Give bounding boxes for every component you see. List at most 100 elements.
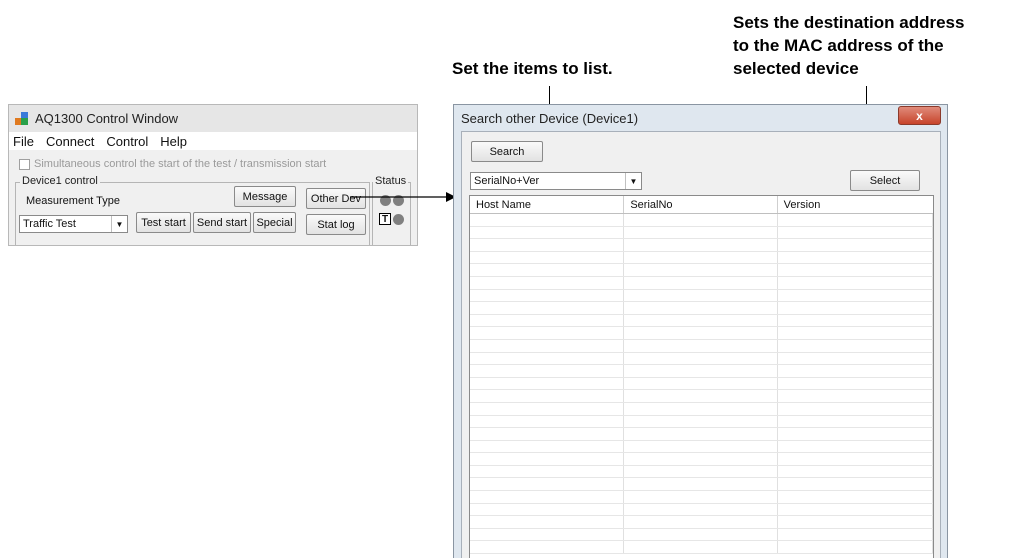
list-empty-row — [470, 365, 933, 378]
list-empty-row — [470, 214, 933, 227]
list-empty-cell — [624, 428, 778, 440]
connector-arrow — [350, 192, 456, 202]
list-empty-row — [470, 528, 933, 542]
list-empty-cell — [624, 491, 778, 503]
list-empty-cell — [624, 516, 778, 528]
list-empty-cell — [470, 276, 625, 289]
control-window-titlebar: AQ1300 Control Window — [9, 105, 417, 132]
select-annotation-line2: to the MAC address of the — [733, 36, 944, 55]
list-empty-row — [470, 314, 933, 328]
list-empty-cell — [470, 402, 625, 415]
list-empty-cell — [470, 415, 625, 428]
dialog-title: Search other Device (Device1) — [461, 110, 639, 126]
list-empty-cell — [624, 440, 778, 453]
list-type-select[interactable]: SerialNo+Ver ▼ — [470, 172, 642, 190]
control-window-title: AQ1300 Control Window — [35, 111, 179, 126]
list-empty-cell — [778, 302, 933, 314]
list-rows — [470, 214, 933, 555]
select-annotation-line1: Sets the destination address — [733, 13, 965, 32]
list-empty-cell — [624, 251, 778, 264]
list-empty-cell — [470, 302, 625, 314]
simultaneous-checkbox[interactable] — [19, 158, 30, 170]
list-empty-row — [470, 491, 933, 504]
list-empty-cell — [778, 251, 933, 264]
list-empty-cell — [624, 289, 778, 302]
list-empty-row — [470, 453, 933, 466]
menu-file[interactable]: File — [13, 134, 34, 149]
select-button[interactable]: Select — [850, 170, 920, 191]
list-empty-row — [470, 289, 933, 303]
list-empty-cell — [470, 264, 625, 276]
list-empty-cell — [624, 214, 778, 226]
list-empty-row — [470, 541, 933, 555]
special-button[interactable]: Special — [253, 212, 296, 233]
list-empty-cell — [778, 528, 933, 541]
list-empty-cell — [624, 239, 778, 251]
select-annotation-line3: selected device — [733, 59, 859, 78]
list-empty-row — [470, 276, 933, 290]
list-empty-row — [470, 264, 933, 277]
list-empty-cell — [778, 214, 933, 226]
list-empty-cell — [778, 453, 933, 465]
list-empty-cell — [470, 339, 625, 352]
list-empty-row — [470, 226, 933, 240]
menu-help[interactable]: Help — [160, 134, 187, 149]
list-empty-row — [470, 390, 933, 403]
list-empty-cell — [470, 390, 625, 402]
list-empty-cell — [778, 541, 933, 554]
list-empty-cell — [778, 377, 933, 390]
list-empty-cell — [778, 402, 933, 415]
column-version[interactable]: Version — [778, 196, 933, 213]
device-list[interactable]: Host Name SerialNo Version — [469, 195, 934, 558]
list-empty-cell — [778, 478, 933, 491]
message-button[interactable]: Message — [234, 186, 296, 207]
list-empty-cell — [778, 314, 933, 327]
list-empty-cell — [470, 516, 625, 528]
test-start-button[interactable]: Test start — [136, 212, 191, 233]
list-empty-row — [470, 465, 933, 479]
list-empty-cell — [470, 377, 625, 390]
close-icon[interactable]: x — [898, 106, 941, 125]
column-host-name[interactable]: Host Name — [470, 196, 625, 213]
list-empty-cell — [624, 402, 778, 415]
chevron-down-icon[interactable]: ▼ — [625, 173, 641, 189]
column-serial-no[interactable]: SerialNo — [624, 196, 778, 213]
list-empty-cell — [778, 264, 933, 276]
list-empty-cell — [778, 516, 933, 528]
list-empty-cell — [624, 365, 778, 377]
list-type-value: SerialNo+Ver — [474, 175, 540, 187]
list-empty-cell — [624, 339, 778, 352]
list-empty-cell — [470, 478, 625, 491]
list-empty-cell — [778, 239, 933, 251]
list-empty-cell — [470, 239, 625, 251]
chevron-down-icon[interactable]: ▼ — [111, 216, 127, 232]
list-empty-cell — [624, 453, 778, 465]
simultaneous-label: Simultaneous control the start of the te… — [34, 158, 327, 170]
list-empty-cell — [470, 214, 625, 226]
search-button[interactable]: Search — [471, 141, 543, 162]
measurement-type-select[interactable]: Traffic Test ▼ — [19, 215, 128, 233]
device-control-group: Device1 control Measurement Type Traffic… — [15, 175, 370, 245]
measurement-type-value: Traffic Test — [23, 218, 76, 230]
stat-log-button[interactable]: Stat log — [306, 214, 366, 235]
search-device-dialog: Search other Device (Device1) x Search S… — [453, 104, 948, 558]
simultaneous-control-option[interactable]: Simultaneous control the start of the te… — [19, 158, 326, 170]
list-empty-cell — [470, 251, 625, 264]
list-empty-cell — [778, 465, 933, 478]
list-empty-cell — [778, 428, 933, 440]
list-empty-cell — [778, 503, 933, 516]
list-empty-cell — [778, 365, 933, 377]
list-empty-cell — [470, 491, 625, 503]
send-start-button[interactable]: Send start — [193, 212, 251, 233]
list-empty-row — [470, 503, 933, 517]
menu-connect[interactable]: Connect — [46, 134, 94, 149]
list-empty-row — [470, 478, 933, 492]
menu-control[interactable]: Control — [106, 134, 148, 149]
list-empty-cell — [624, 327, 778, 339]
list-empty-row — [470, 516, 933, 529]
list-empty-cell — [778, 289, 933, 302]
list-empty-cell — [470, 352, 625, 365]
list-empty-cell — [470, 289, 625, 302]
t-indicator: T — [379, 213, 391, 225]
list-empty-cell — [470, 541, 625, 554]
